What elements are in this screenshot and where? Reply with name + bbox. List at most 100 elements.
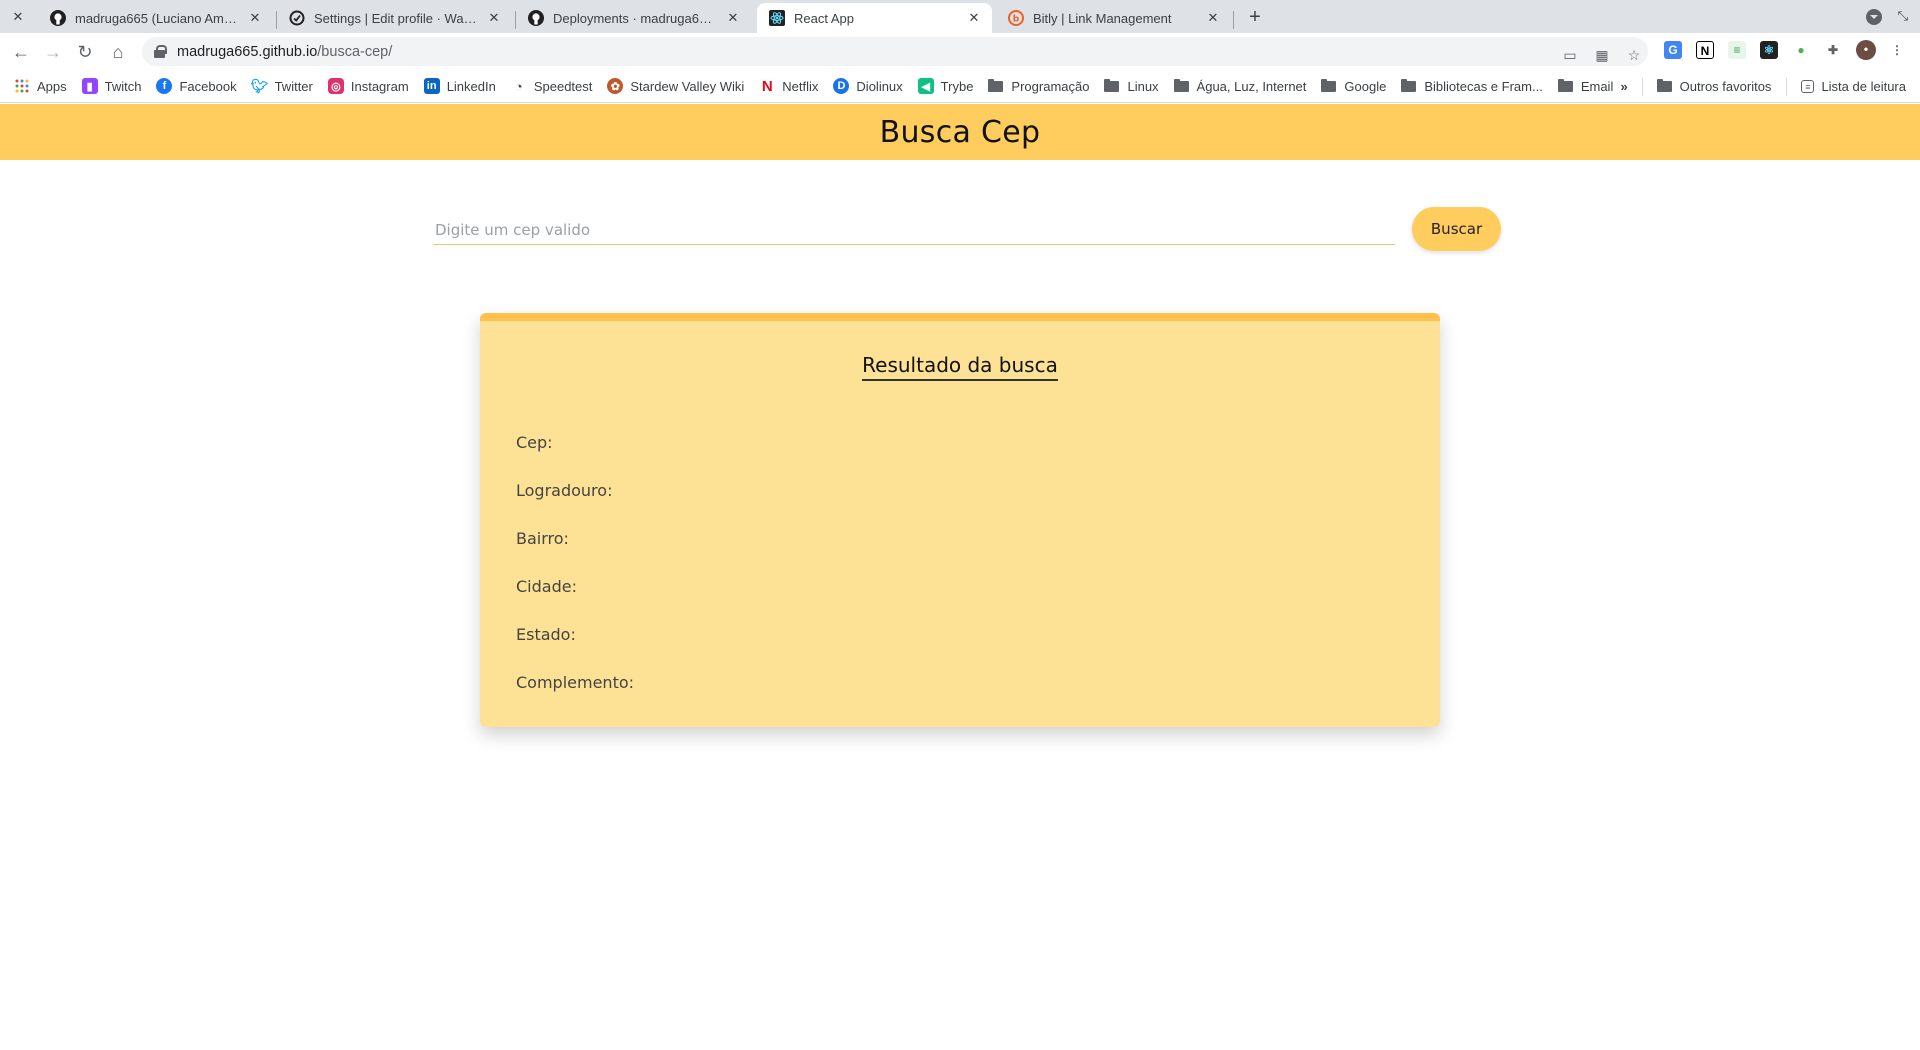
close-icon[interactable]: ✕ xyxy=(1205,10,1221,26)
profile-avatar[interactable]: • xyxy=(1856,40,1876,60)
instagram-icon: ◎ xyxy=(327,78,344,94)
reading-list-button[interactable]: ≡ Lista de leitura xyxy=(1801,79,1906,94)
close-icon[interactable]: ✕ xyxy=(966,10,982,26)
reading-list-icon: ≡ xyxy=(1801,80,1815,93)
bookmark-twitch[interactable]: ▮ Twitch xyxy=(81,78,142,94)
translate-extension-icon[interactable]: G xyxy=(1664,41,1682,59)
reload-icon[interactable]: ↻ xyxy=(73,40,97,64)
tab-separator xyxy=(1233,11,1234,29)
linkedin-icon: in xyxy=(423,78,440,94)
more-bookmarks-chevron-icon[interactable]: » xyxy=(1620,79,1627,94)
tab-title: madruga665 (Luciano Amâncio) xyxy=(75,10,241,26)
diolinux-icon: D xyxy=(833,78,850,94)
bookmark-speedtest[interactable]: ◔ Speedtest xyxy=(511,78,593,94)
tab-bitly[interactable]: b Bitly | Link Management ✕ xyxy=(996,3,1231,33)
bookmark-trybe[interactable]: ◀ Trybe xyxy=(917,78,974,94)
apps-grid-icon xyxy=(14,78,30,94)
close-icon[interactable]: ✕ xyxy=(247,10,263,26)
bookmark-folder-agua-luz[interactable]: Água, Luz, Internet xyxy=(1173,78,1306,94)
folder-icon xyxy=(1557,78,1573,92)
react-devtools-icon[interactable]: ⚛ xyxy=(1760,41,1778,59)
address-bar[interactable]: madruga665.github.io /busca-cep/ ▭ ▦ ☆ xyxy=(142,37,1648,66)
bookmark-label: Twitch xyxy=(104,78,142,94)
tab-title: Deployments · madruga665/busca-cep xyxy=(553,10,719,26)
folder-icon xyxy=(1401,78,1417,92)
bookmark-label: LinkedIn xyxy=(446,78,496,94)
frog-extension-icon[interactable]: ● xyxy=(1792,41,1810,59)
tab-wakatime[interactable]: Settings | Edit profile · WakaTime ✕ xyxy=(277,3,512,33)
bookmark-label: Netflix xyxy=(782,78,819,94)
search-button[interactable]: Buscar xyxy=(1412,207,1501,251)
bookmark-label: Apps xyxy=(37,78,67,94)
bookmark-twitter[interactable]: 🐦︎ Twitter xyxy=(251,78,313,94)
tab-github-profile[interactable]: madruga665 (Luciano Amâncio) ✕ xyxy=(38,3,273,33)
stardew-icon: ✿ xyxy=(607,78,624,94)
bookmark-label: Programação xyxy=(1011,78,1090,94)
tab-search-icon[interactable] xyxy=(1866,9,1882,25)
react-icon xyxy=(769,10,785,26)
window-resize-icon[interactable]: ⤡ xyxy=(1898,8,1908,24)
field-complemento: Complemento: xyxy=(516,673,635,692)
bookmark-folder-bibliotecas[interactable]: Bibliotecas e Fram... xyxy=(1401,78,1543,94)
url-path: /busca-cep/ xyxy=(317,43,393,60)
field-bairro: Bairro: xyxy=(516,529,569,548)
netflix-icon: N xyxy=(761,77,773,95)
tab-strip: ✕ madruga665 (Luciano Amâncio) ✕ Setting… xyxy=(0,0,1920,33)
bookmark-label: Facebook xyxy=(179,78,237,94)
github-icon xyxy=(528,10,544,26)
twitch-icon: ▮ xyxy=(81,78,98,94)
bookmark-folder-linux[interactable]: Linux xyxy=(1104,78,1159,94)
bookmark-label: Diolinux xyxy=(856,78,903,94)
bookmark-label: Speedtest xyxy=(533,78,593,94)
svg-text:b: b xyxy=(1013,15,1020,25)
bookmark-label: Google xyxy=(1344,78,1387,94)
folder-icon xyxy=(1173,78,1189,92)
url-host: madruga665.github.io xyxy=(177,43,318,60)
bookmark-instagram[interactable]: ◎ Instagram xyxy=(327,78,409,94)
wakatime-icon xyxy=(289,10,305,26)
bookmark-facebook[interactable]: f Facebook xyxy=(156,78,237,94)
qr-code-icon[interactable]: ▦ xyxy=(1594,47,1610,63)
lock-icon xyxy=(154,45,167,58)
result-heading: Resultado da busca xyxy=(862,353,1058,381)
close-icon[interactable]: ✕ xyxy=(486,10,502,26)
bookmark-folder-programacao[interactable]: Programação xyxy=(988,78,1090,94)
home-icon[interactable]: ⌂ xyxy=(106,40,130,64)
folder-icon xyxy=(1104,78,1120,92)
speedtest-icon: ◔ xyxy=(514,78,523,94)
bookmark-folder-google[interactable]: Google xyxy=(1321,78,1387,94)
sheets-extension-icon[interactable]: ≡ xyxy=(1728,41,1746,59)
tab-title: Bitly | Link Management xyxy=(1033,10,1172,26)
bookmark-label: Stardew Valley Wiki xyxy=(630,78,745,94)
bookmark-label: Bibliotecas e Fram... xyxy=(1424,78,1543,94)
tab-react-app[interactable]: React App ✕ xyxy=(757,3,992,33)
bookmarks-divider xyxy=(1786,77,1788,96)
back-arrow-icon[interactable]: ← xyxy=(9,40,33,64)
new-tab-plus-icon[interactable]: + xyxy=(1245,7,1265,28)
bookmark-stardew[interactable]: ✿ Stardew Valley Wiki xyxy=(607,78,744,94)
close-icon[interactable]: ✕ xyxy=(725,10,741,26)
extensions-puzzle-icon[interactable]: ✚ xyxy=(1824,41,1842,59)
notion-extension-icon[interactable]: N xyxy=(1696,41,1714,59)
bookmark-label: Instagram xyxy=(350,78,409,94)
folder-icon xyxy=(1321,78,1337,92)
bookmark-folder-outros-favoritos[interactable]: Outros favoritos xyxy=(1656,79,1771,94)
forward-arrow-icon[interactable]: → xyxy=(41,40,65,64)
bookmark-star-icon[interactable]: ☆ xyxy=(1626,47,1642,63)
bookmark-diolinux[interactable]: D Diolinux xyxy=(833,78,903,94)
close-icon[interactable]: ✕ xyxy=(10,9,26,25)
reading-list-label: Lista de leitura xyxy=(1821,79,1906,94)
bookmark-netflix[interactable]: N Netflix xyxy=(759,77,819,95)
tab-title: Settings | Edit profile · WakaTime xyxy=(314,10,480,26)
cast-icon[interactable]: ▭ xyxy=(1562,47,1578,63)
cep-search-input[interactable] xyxy=(433,215,1395,245)
bookmark-label: Trybe xyxy=(940,78,974,94)
bookmark-folder-email[interactable]: Email xyxy=(1557,78,1613,94)
bookmark-label: Linux xyxy=(1127,78,1159,94)
bookmark-apps[interactable]: Apps xyxy=(14,78,67,94)
bookmark-linkedin[interactable]: in LinkedIn xyxy=(423,78,496,94)
more-menu-icon[interactable]: ⋮ xyxy=(1888,41,1906,59)
bookmark-label: Twitter xyxy=(274,78,313,94)
tab-deployments[interactable]: Deployments · madruga665/busca-cep ✕ xyxy=(516,3,751,33)
browser-toolbar: ← → ↻ ⌂ madruga665.github.io /busca-cep/… xyxy=(0,33,1920,70)
